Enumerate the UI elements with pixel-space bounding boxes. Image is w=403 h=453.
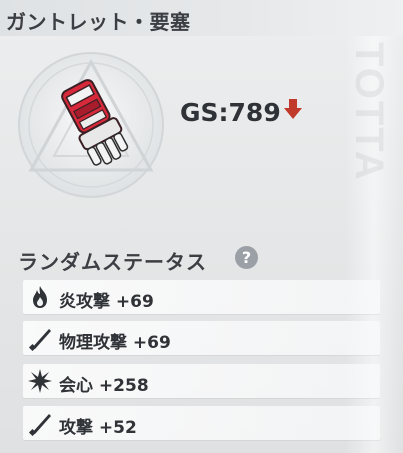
blade-icon — [28, 329, 51, 351]
item-header: ガントレット・要塞 — [0, 0, 403, 36]
gear-score: GS:789 — [180, 98, 281, 127]
stat-label: 攻撃 +52 — [59, 418, 137, 438]
blade-icon — [28, 414, 51, 436]
question-circle-icon[interactable]: ? — [234, 245, 259, 270]
background-watermark: TOTTA — [347, 42, 391, 182]
stat-label: 炎攻撃 +69 — [59, 292, 154, 312]
svg-text:?: ? — [242, 248, 251, 267]
gauntlet-icon — [61, 79, 129, 166]
flame-icon — [33, 286, 47, 308]
item-title: ガントレット・要塞 — [6, 10, 191, 34]
stat-row: 攻撃 +52 — [23, 406, 380, 440]
stat-row: 炎攻撃 +69 — [23, 280, 380, 314]
stat-row: 会心 +258 — [23, 364, 380, 398]
stat-row: 物理攻撃 +69 — [23, 321, 380, 355]
down-arrow-icon — [284, 99, 302, 119]
burst-icon — [28, 369, 52, 393]
random-status-title: ランダムステータス — [18, 250, 207, 274]
stat-label: 会心 +258 — [59, 376, 149, 396]
stat-label: 物理攻撃 +69 — [59, 333, 171, 353]
